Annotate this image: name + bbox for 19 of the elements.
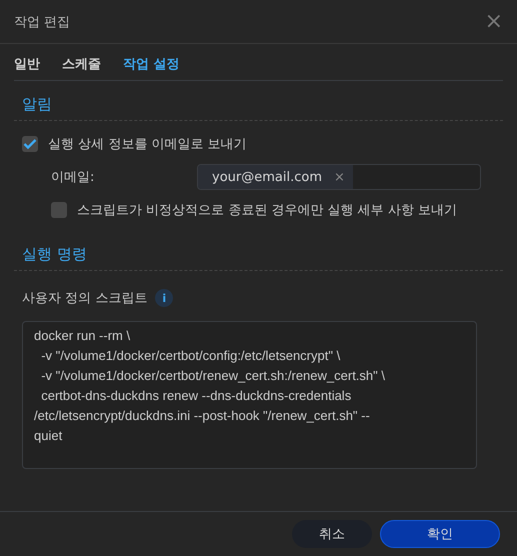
script-field[interactable]: docker run --rm \ -v "/volume1/docker/certbot/config:/etc/letsencrypt" \ -v "/volume1/docker/certbot/renew_cert.sh:/renew_cert.sh" \ certbot-dns-duckdns renew --dns-duckdns-credentials /etc/letsencrypt/duckdns.ini --post-hook "/renew_cert.sh" -- quiet (22, 321, 477, 469)
tab[interactable]: 일반 (14, 48, 40, 80)
checkbox[interactable] (51, 202, 67, 218)
section-heading: 알림 (14, 81, 503, 121)
confirm-button[interactable]: 확인 (380, 520, 500, 548)
checkbox-label: 실행 상세 정보를 이메일로 보내기 (48, 136, 247, 153)
checkbox-label: 스크립트가 비정상적으로 종료된 경우에만 실행 세부 사항 보내기 (77, 202, 457, 219)
tab[interactable]: 스케줄 (62, 48, 101, 80)
checkbox[interactable] (22, 136, 38, 152)
section-heading: 실행 명령 (14, 227, 503, 271)
remove-icon[interactable]: × (334, 170, 345, 184)
field-label: 이메일: (51, 169, 96, 186)
info-icon[interactable]: i (155, 289, 174, 307)
cancel-button[interactable]: 취소 (292, 520, 372, 548)
field-label: 사용자 정의 스크립트 (22, 290, 148, 307)
email-field[interactable]: your@email.com × (197, 164, 481, 190)
tag-text: your@email.com (212, 170, 322, 184)
tab[interactable]: 작업 설정 (123, 48, 180, 80)
window-title: 작업 편집 (14, 14, 70, 30)
